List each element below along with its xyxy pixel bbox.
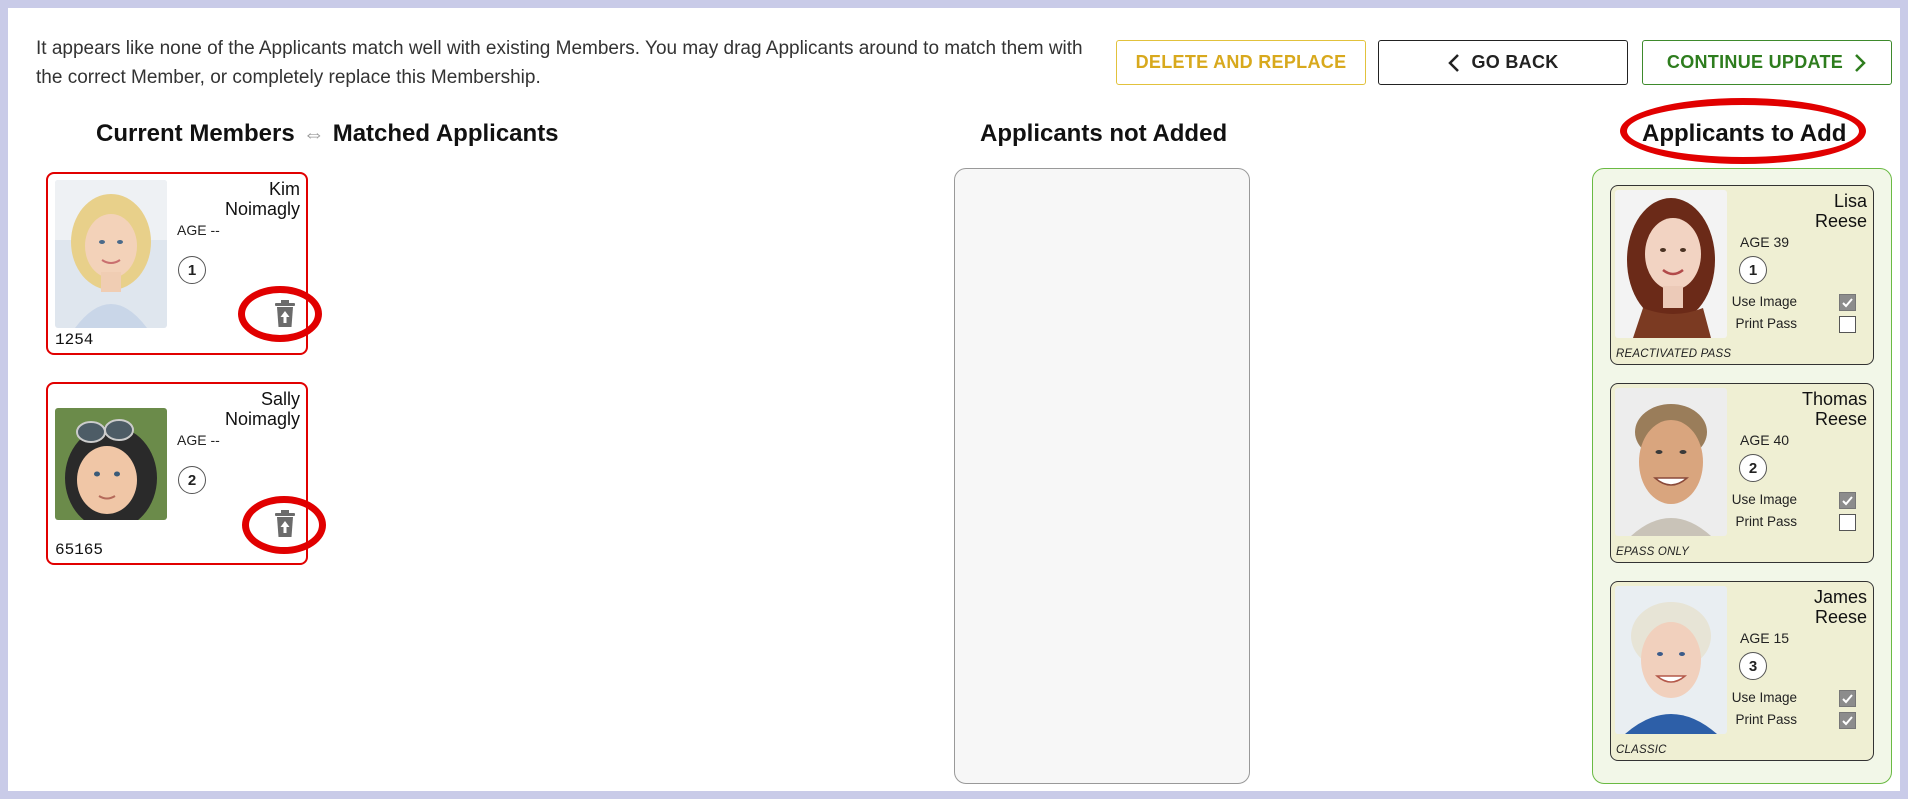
member-card[interactable]: Sally Noimagly AGE -- 2 65165	[46, 382, 326, 565]
member-last-name: Noimagly	[224, 199, 300, 219]
instruction-message: It appears like none of the Applicants m…	[36, 38, 1083, 88]
applicant-last-name: Reese	[1814, 211, 1867, 231]
delete-and-replace-label: DELETE AND REPLACE	[1135, 52, 1347, 72]
applicant-photo	[1615, 388, 1727, 536]
member-photo	[55, 408, 167, 520]
print-pass-label: Print Pass	[1735, 712, 1797, 727]
checkmark-icon	[1842, 496, 1853, 506]
member-number-badge: 2	[178, 466, 206, 494]
member-first-name: Kim	[269, 179, 300, 199]
applicant-number-badge: 1	[1739, 256, 1767, 284]
member-photo	[55, 180, 167, 328]
chevron-right-icon	[1855, 53, 1866, 72]
member-name: Sally Noimagly	[225, 389, 300, 429]
use-image-checkbox[interactable]	[1839, 690, 1856, 707]
applicant-age: AGE 15	[1740, 630, 1790, 646]
go-back-button[interactable]: GO BACK	[1378, 40, 1628, 85]
applicant-age: AGE 40	[1740, 432, 1790, 448]
applicant-number-badge: 2	[1739, 454, 1767, 482]
print-pass-label: Print Pass	[1735, 514, 1797, 529]
applicant-name: Lisa Reese	[1815, 191, 1867, 231]
member-name: Kim Noimagly	[225, 179, 300, 219]
applicant-first-name: Lisa	[1833, 191, 1867, 211]
applicant-first-name: James	[1813, 587, 1867, 607]
applicant-last-name: Reese	[1814, 409, 1867, 429]
applicants-not-added-dropzone[interactable]	[954, 168, 1250, 784]
go-back-label: GO BACK	[1471, 52, 1559, 72]
applicant-card[interactable]: Thomas Reese AGE 40 2 Use Image Print Pa…	[1610, 383, 1874, 563]
member-card[interactable]: Kim Noimagly AGE -- 1 1254	[46, 172, 322, 355]
applicant-card[interactable]: Lisa Reese AGE 39 1 Use Image Print Pass…	[1610, 185, 1874, 365]
double-arrow-icon: ⇔	[302, 121, 325, 146]
applicant-age: AGE 39	[1740, 234, 1790, 250]
applicant-name: James Reese	[1814, 587, 1867, 627]
print-pass-checkbox[interactable]	[1839, 514, 1856, 531]
pass-type: CLASSIC	[1616, 744, 1667, 756]
checkmark-icon	[1842, 298, 1853, 308]
use-image-label: Use Image	[1731, 294, 1797, 309]
applicants-to-add-panel[interactable]: Lisa Reese AGE 39 1 Use Image Print Pass…	[1592, 168, 1892, 784]
member-last-name: Noimagly	[224, 409, 300, 429]
use-image-label: Use Image	[1731, 690, 1797, 705]
app-frame: It appears like none of the Applicants m…	[0, 0, 1908, 799]
continue-update-label: CONTINUE UPDATE	[1666, 52, 1844, 72]
checkmark-icon	[1842, 716, 1853, 726]
applicant-photo	[1615, 190, 1727, 338]
member-first-name: Sally	[260, 389, 300, 409]
matched-applicants-label: Matched Applicants	[332, 120, 559, 147]
applicant-name: Thomas Reese	[1802, 389, 1867, 429]
print-pass-checkbox[interactable]	[1839, 316, 1856, 333]
applicants-to-add-title: Applicants to Add	[1642, 120, 1847, 147]
use-image-label: Use Image	[1731, 492, 1797, 507]
continue-update-button[interactable]: CONTINUE UPDATE	[1642, 40, 1892, 85]
current-members-title: Current Members ⇔ Matched Applicants	[96, 120, 559, 148]
applicant-photo	[1615, 586, 1727, 734]
delete-and-replace-button[interactable]: DELETE AND REPLACE	[1116, 40, 1366, 85]
applicant-number-badge: 3	[1739, 652, 1767, 680]
member-id: 65165	[55, 541, 104, 559]
applicant-last-name: Reese	[1814, 607, 1867, 627]
pass-type: REACTIVATED PASS	[1616, 348, 1732, 360]
member-number-badge: 1	[178, 256, 206, 284]
member-age: AGE --	[177, 222, 220, 238]
applicant-card[interactable]: James Reese AGE 15 3 Use Image Print Pas…	[1610, 581, 1874, 761]
pass-type: EPASS ONLY	[1616, 546, 1689, 558]
applicants-not-added-title: Applicants not Added	[980, 120, 1228, 147]
checkmark-icon	[1842, 694, 1853, 704]
trash-restore-icon[interactable]	[272, 300, 298, 328]
use-image-checkbox[interactable]	[1839, 294, 1856, 311]
applicant-first-name: Thomas	[1801, 389, 1867, 409]
current-members-label: Current Members	[96, 120, 295, 147]
print-pass-checkbox[interactable]	[1839, 712, 1856, 729]
print-pass-label: Print Pass	[1735, 316, 1797, 331]
member-age: AGE --	[177, 432, 220, 448]
use-image-checkbox[interactable]	[1839, 492, 1856, 509]
member-id: 1254	[55, 331, 94, 349]
trash-restore-icon[interactable]	[272, 510, 298, 538]
chevron-left-icon	[1448, 53, 1460, 72]
